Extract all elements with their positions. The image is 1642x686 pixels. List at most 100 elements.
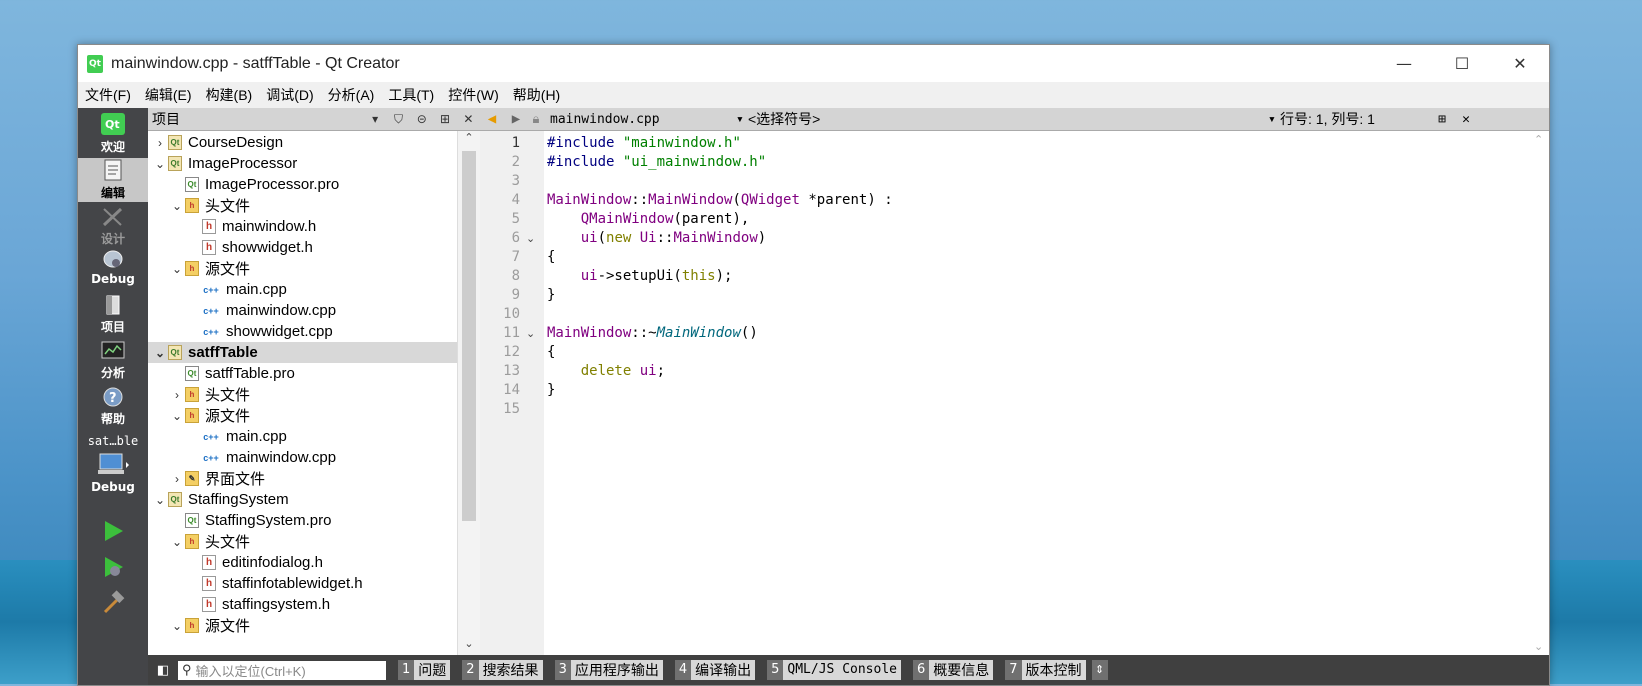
tree-item-label: ImageProcessor <box>188 155 298 172</box>
menu-build[interactable]: 构建(B) <box>199 85 260 105</box>
collapse-arrow-icon[interactable]: ⌄ <box>169 199 185 213</box>
tree-file-item[interactable]: Qt ImageProcessor.pro <box>148 174 458 195</box>
tree-folder-item[interactable]: ⌄ Qt StaffingSystem <box>148 489 458 510</box>
dropdown-arrow-icon[interactable]: ▾ <box>1268 112 1280 127</box>
code-area[interactable]: #include "mainwindow.h" #include "ui_main… <box>547 131 1531 655</box>
mode-design[interactable]: 设计 <box>78 206 148 246</box>
menu-help[interactable]: 帮助(H) <box>506 85 567 105</box>
scroll-up-icon[interactable]: ⌃ <box>458 131 480 149</box>
mode-analyze[interactable]: 分析 <box>78 340 148 382</box>
tree-item-label: 界面文件 <box>205 471 266 488</box>
dropdown-arrow-icon[interactable]: ▾ <box>364 108 387 130</box>
expand-arrow-icon[interactable]: › <box>169 388 185 402</box>
build-button[interactable] <box>78 590 148 620</box>
scroll-up-icon[interactable]: ⌃ <box>1534 133 1543 146</box>
expand-arrow-icon[interactable]: › <box>169 472 185 486</box>
tree-folder-item[interactable]: › Qt CourseDesign <box>148 132 458 153</box>
tree-file-item[interactable]: Qt StaffingSystem.pro <box>148 510 458 531</box>
collapse-arrow-icon[interactable]: ⌄ <box>169 535 185 549</box>
tree-file-item[interactable]: h mainwindow.h <box>148 216 458 237</box>
title-bar[interactable]: Qt mainwindow.cpp - satffTable - Qt Crea… <box>78 45 1549 82</box>
collapse-arrow-icon[interactable]: ⌄ <box>169 409 185 423</box>
output-pane-button[interactable]: 5 QML/JS Console <box>767 660 901 680</box>
mode-projects[interactable]: 项目 <box>78 294 148 336</box>
tree-folder-item[interactable]: ⌄ Qt ImageProcessor <box>148 153 458 174</box>
close-document-icon[interactable]: ✕ <box>1454 112 1478 127</box>
tree-file-item[interactable]: c++ mainwindow.cpp <box>148 447 458 468</box>
tree-folder-item[interactable]: › h 头文件 <box>148 384 458 405</box>
maximize-button[interactable]: ☐ <box>1433 45 1491 82</box>
project-tree-scrollbar[interactable]: ⌃ ⌄ <box>457 131 480 655</box>
menu-controls[interactable]: 控件(W) <box>441 85 506 105</box>
close-panel-icon[interactable]: ✕ <box>457 108 480 130</box>
menu-tools[interactable]: 工具(T) <box>381 85 441 105</box>
scroll-thumb[interactable] <box>462 151 476 521</box>
open-document-selector[interactable]: mainwindow.cpp <box>544 112 736 127</box>
tree-folder-item[interactable]: ⌄ h 源文件 <box>148 615 458 636</box>
menu-analyze[interactable]: 分析(A) <box>321 85 382 105</box>
fold-marker-icon[interactable]: ⌄ <box>526 232 535 245</box>
close-button[interactable]: ✕ <box>1491 45 1549 82</box>
menu-debug[interactable]: 调试(D) <box>259 85 320 105</box>
output-pane-button[interactable]: 4 编译输出 <box>674 660 756 680</box>
scroll-down-icon[interactable]: ⌄ <box>1534 640 1543 653</box>
tree-file-item[interactable]: c++ main.cpp <box>148 426 458 447</box>
tree-folder-item[interactable]: ⌄ Qt satffTable <box>148 342 458 363</box>
output-pane-button[interactable]: 7 版本控制 <box>1005 660 1086 680</box>
header-folder-icon: h <box>185 618 199 633</box>
more-panes-icon[interactable]: ⇕ <box>1091 660 1108 680</box>
collapse-arrow-icon[interactable]: ⌄ <box>152 346 168 360</box>
expand-arrow-icon[interactable]: › <box>152 136 168 150</box>
link-editor-icon[interactable]: ⊝ <box>410 108 433 130</box>
project-view-selector[interactable]: 项目 <box>152 109 364 129</box>
editor-scrollbar[interactable]: ⌃ ⌄ <box>1531 131 1549 655</box>
fold-marker-icon[interactable]: ⌄ <box>526 327 535 340</box>
symbol-selector[interactable]: <选择符号> <box>748 109 1268 129</box>
tree-file-item[interactable]: h staffingsystem.h <box>148 594 458 615</box>
mode-edit[interactable]: 编辑 <box>78 158 148 202</box>
tree-folder-item[interactable]: ⌄ h 源文件 <box>148 405 458 426</box>
tree-file-item[interactable]: c++ main.cpp <box>148 279 458 300</box>
kit-selector[interactable]: Debug <box>78 452 148 498</box>
cpp-file-icon: c++ <box>202 282 220 297</box>
forward-arrow-icon[interactable]: ▶ <box>504 111 528 127</box>
tree-folder-item[interactable]: ⌄ h 头文件 <box>148 531 458 552</box>
scroll-down-icon[interactable]: ⌄ <box>458 637 480 655</box>
tree-folder-item[interactable]: ⌄ h 头文件 <box>148 195 458 216</box>
minimize-button[interactable]: — <box>1375 45 1433 82</box>
tree-folder-item[interactable]: ⌄ h 源文件 <box>148 258 458 279</box>
dropdown-arrow-icon[interactable]: ▾ <box>736 112 748 127</box>
filter-icon[interactable]: ⛉ <box>387 108 410 130</box>
tree-file-item[interactable]: Qt satffTable.pro <box>148 363 458 384</box>
mode-debug[interactable]: Debug <box>78 248 148 290</box>
menu-file[interactable]: 文件(F) <box>78 85 138 105</box>
collapse-arrow-icon[interactable]: ⌄ <box>169 262 185 276</box>
collapse-arrow-icon[interactable]: ⌄ <box>169 619 185 633</box>
cursor-position[interactable]: 行号: 1, 列号: 1 <box>1280 109 1430 129</box>
tree-file-item[interactable]: c++ mainwindow.cpp <box>148 300 458 321</box>
output-pane-button[interactable]: 1 问题 <box>398 660 451 680</box>
mode-welcome[interactable]: Qt 欢迎 <box>78 112 148 154</box>
tree-file-item[interactable]: h editinfodialog.h <box>148 552 458 573</box>
line-number: 13 <box>503 363 520 379</box>
back-arrow-icon[interactable]: ◀ <box>480 111 504 127</box>
output-pane-button[interactable]: 3 应用程序输出 <box>554 660 663 680</box>
tree-file-item[interactable]: h showwidget.h <box>148 237 458 258</box>
toggle-sidebar-icon[interactable]: ◧ <box>152 663 174 678</box>
header-file-icon: h <box>202 240 216 255</box>
menu-edit[interactable]: 编辑(E) <box>138 85 199 105</box>
tree-file-item[interactable]: c++ showwidget.cpp <box>148 321 458 342</box>
tree-folder-item[interactable]: › ✎ 界面文件 <box>148 468 458 489</box>
output-pane-button[interactable]: 6 概要信息 <box>912 660 994 680</box>
collapse-arrow-icon[interactable]: ⌄ <box>152 157 168 171</box>
mode-help[interactable]: ? 帮助 <box>78 386 148 428</box>
split-icon[interactable]: ⊞ <box>433 108 456 130</box>
locator-input[interactable]: ⚲ 输入以定位(Ctrl+K) <box>178 660 386 680</box>
tree-file-item[interactable]: h staffinfotablewidget.h <box>148 573 458 594</box>
run-button[interactable] <box>78 518 148 548</box>
svg-text:Qt: Qt <box>105 118 120 131</box>
output-pane-button[interactable]: 2 搜索结果 <box>462 660 543 680</box>
collapse-arrow-icon[interactable]: ⌄ <box>152 493 168 507</box>
debug-run-button[interactable] <box>78 554 148 584</box>
split-icon[interactable]: ⊞ <box>1430 112 1454 127</box>
